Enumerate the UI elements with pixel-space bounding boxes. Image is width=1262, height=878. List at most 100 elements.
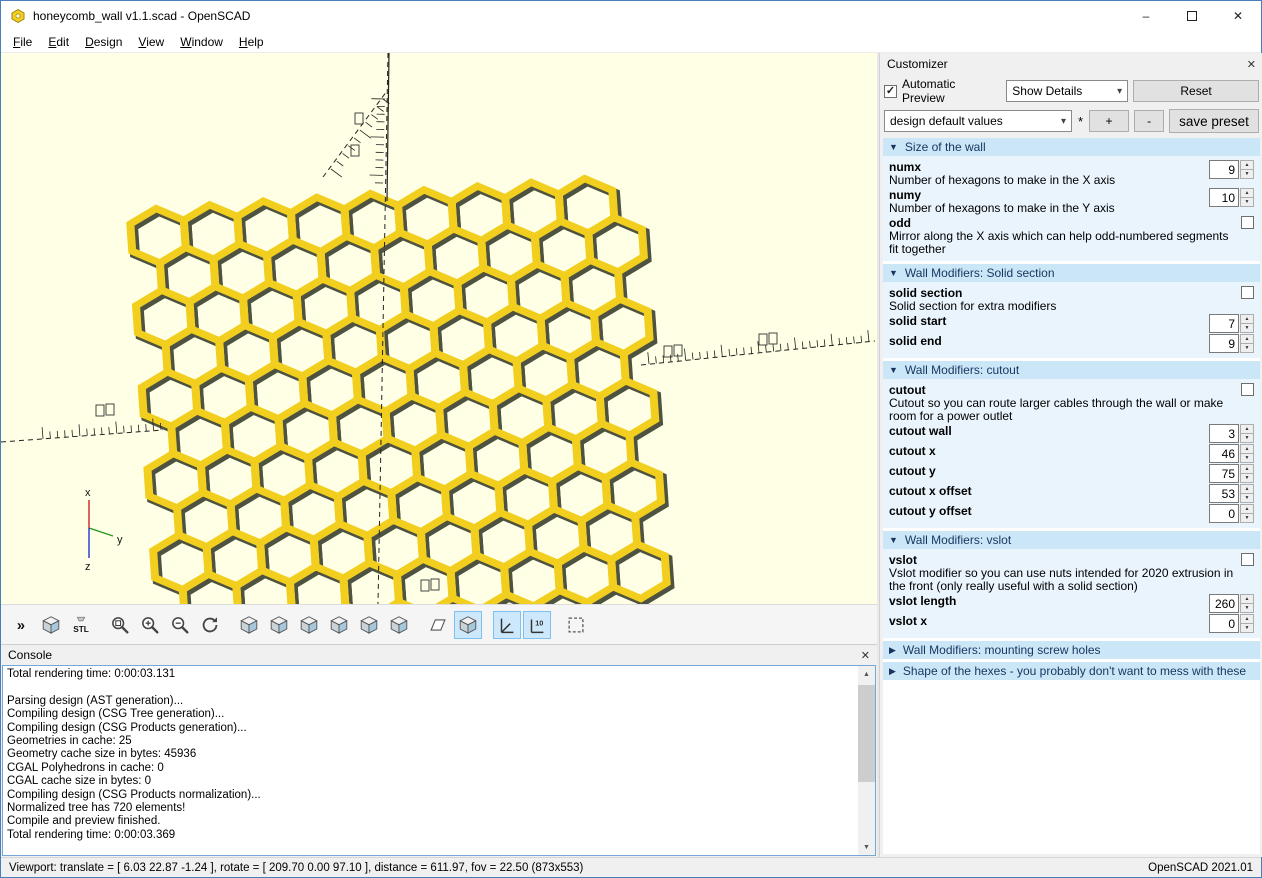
customizer-close-icon[interactable]: ✕ bbox=[1247, 58, 1256, 71]
reset-button[interactable]: Reset bbox=[1133, 80, 1259, 102]
spin-down-icon[interactable]: ▼ bbox=[1240, 514, 1254, 523]
console-close-icon[interactable]: ✕ bbox=[861, 649, 870, 662]
toolbar-show-scale-markers-button[interactable]: 10 bbox=[523, 611, 551, 639]
spin-up-icon[interactable]: ▲ bbox=[1240, 504, 1254, 514]
toolbar-view-bottom-button[interactable] bbox=[295, 611, 323, 639]
param-name: solid section bbox=[889, 286, 1235, 300]
toolbar-zoom-out-button[interactable] bbox=[166, 611, 194, 639]
scroll-down-icon[interactable]: ▼ bbox=[858, 839, 875, 855]
numy-spinbox[interactable]: 10▲▼ bbox=[1209, 188, 1254, 207]
vslot-length-spinbox[interactable]: 260▲▼ bbox=[1209, 594, 1254, 613]
section-header-wall-modifiers-mounting-screw-holes[interactable]: ▶Wall Modifiers: mounting screw holes bbox=[883, 641, 1260, 659]
toolbar-view-left-button[interactable] bbox=[325, 611, 353, 639]
toolbar-show-crosshairs-button[interactable] bbox=[562, 611, 590, 639]
toolbar-view-right-button[interactable] bbox=[235, 611, 263, 639]
numx-value: 9 bbox=[1209, 160, 1239, 179]
cutout-y-offset-spinbox[interactable]: 0▲▼ bbox=[1209, 504, 1254, 523]
menu-view[interactable]: View bbox=[130, 33, 172, 51]
spin-up-icon[interactable]: ▲ bbox=[1240, 594, 1254, 604]
openscad-logo-icon bbox=[10, 8, 26, 24]
odd-checkbox[interactable] bbox=[1241, 216, 1254, 229]
spin-down-icon[interactable]: ▼ bbox=[1240, 170, 1254, 179]
vslot-x-spinbox[interactable]: 0▲▼ bbox=[1209, 614, 1254, 633]
console-output[interactable]: Total rendering time: 0:00:03.131 Parsin… bbox=[3, 666, 858, 855]
spin-down-icon[interactable]: ▼ bbox=[1240, 324, 1254, 333]
save-preset-button[interactable]: save preset bbox=[1169, 109, 1259, 133]
maximize-button[interactable] bbox=[1169, 1, 1215, 31]
menu-file[interactable]: File bbox=[5, 33, 40, 51]
close-button[interactable]: ✕ bbox=[1215, 1, 1261, 31]
section-header-wall-modifiers-vslot[interactable]: ▼Wall Modifiers: vslot bbox=[883, 531, 1260, 549]
toolbar-show-edges-button[interactable] bbox=[424, 611, 452, 639]
remove-preset-button[interactable]: - bbox=[1134, 110, 1164, 132]
numx-spinbox[interactable]: 9▲▼ bbox=[1209, 160, 1254, 179]
spin-down-icon[interactable]: ▼ bbox=[1240, 344, 1254, 353]
spin-up-icon[interactable]: ▲ bbox=[1240, 160, 1254, 170]
menu-window[interactable]: Window bbox=[172, 33, 231, 51]
cutout-x-spinbox[interactable]: 46▲▼ bbox=[1209, 444, 1254, 463]
spin-up-icon[interactable]: ▲ bbox=[1240, 444, 1254, 454]
toolbar-render-button[interactable] bbox=[37, 611, 65, 639]
spin-down-icon[interactable]: ▼ bbox=[1240, 604, 1254, 613]
details-dropdown[interactable]: Show Details ▾ bbox=[1006, 80, 1128, 102]
3d-viewport[interactable]: xyz bbox=[1, 53, 877, 604]
add-preset-button[interactable]: + bbox=[1089, 110, 1129, 132]
toolbar-zoom-in-button[interactable] bbox=[136, 611, 164, 639]
spin-down-icon[interactable]: ▼ bbox=[1240, 454, 1254, 463]
param-name: cutout x offset bbox=[889, 484, 1203, 498]
menu-help[interactable]: Help bbox=[231, 33, 272, 51]
axis-indicator: xyz bbox=[85, 487, 123, 573]
collapse-triangle-icon: ▼ bbox=[889, 365, 898, 375]
toolbar-show-axes-button[interactable] bbox=[493, 611, 521, 639]
spin-down-icon[interactable]: ▼ bbox=[1240, 434, 1254, 443]
spin-down-icon[interactable]: ▼ bbox=[1240, 198, 1254, 207]
toolbar-orthogonal-view-button[interactable] bbox=[454, 611, 482, 639]
solid-end-spinbox[interactable]: 9▲▼ bbox=[1209, 334, 1254, 353]
section-title: Wall Modifiers: vslot bbox=[905, 533, 1011, 547]
spin-up-icon[interactable]: ▲ bbox=[1240, 484, 1254, 494]
scroll-track[interactable] bbox=[858, 682, 875, 839]
section-title: Wall Modifiers: mounting screw holes bbox=[903, 643, 1101, 657]
minimize-button[interactable]: – bbox=[1123, 1, 1169, 31]
scroll-thumb[interactable] bbox=[858, 685, 875, 782]
svg-text:y: y bbox=[117, 534, 123, 546]
console-scrollbar[interactable]: ▲ ▼ bbox=[858, 666, 875, 855]
menu-design[interactable]: Design bbox=[77, 33, 130, 51]
toolbar-more-button[interactable]: » bbox=[7, 611, 35, 639]
param-description: Mirror along the X axis which can help o… bbox=[889, 230, 1235, 256]
toolbar-view-back-button[interactable] bbox=[385, 611, 413, 639]
toolbar-reset-view-button[interactable] bbox=[196, 611, 224, 639]
spin-down-icon[interactable]: ▼ bbox=[1240, 474, 1254, 483]
spin-up-icon[interactable]: ▲ bbox=[1240, 464, 1254, 474]
toolbar-view-top-button[interactable] bbox=[265, 611, 293, 639]
spin-up-icon[interactable]: ▲ bbox=[1240, 188, 1254, 198]
menu-edit[interactable]: Edit bbox=[40, 33, 77, 51]
spin-down-icon[interactable]: ▼ bbox=[1240, 624, 1254, 633]
param-name: odd bbox=[889, 216, 1235, 230]
toolbar-export-stl-button[interactable]: STL bbox=[67, 611, 95, 639]
cutout-y-spinbox[interactable]: 75▲▼ bbox=[1209, 464, 1254, 483]
solid-section-checkbox[interactable] bbox=[1241, 286, 1254, 299]
scroll-up-icon[interactable]: ▲ bbox=[858, 666, 875, 682]
cutout-wall-spinbox[interactable]: 3▲▼ bbox=[1209, 424, 1254, 443]
cutout-checkbox[interactable] bbox=[1241, 383, 1254, 396]
cube-icon bbox=[358, 614, 380, 636]
param-description: Vslot modifier so you can use nuts inten… bbox=[889, 567, 1235, 593]
spin-down-icon[interactable]: ▼ bbox=[1240, 494, 1254, 503]
spin-up-icon[interactable]: ▲ bbox=[1240, 334, 1254, 344]
section-header-shape-of-the-hexes-you-probably-don-t-want-to-mess-with-these[interactable]: ▶Shape of the hexes - you probably don't… bbox=[883, 662, 1260, 680]
section-header-size-of-the-wall[interactable]: ▼Size of the wall bbox=[883, 138, 1260, 156]
toolbar-view-front-button[interactable] bbox=[355, 611, 383, 639]
section-header-wall-modifiers-solid-section[interactable]: ▼Wall Modifiers: Solid section bbox=[883, 264, 1260, 282]
toolbar-zoom-all-button[interactable] bbox=[106, 611, 134, 639]
param-name: cutout x bbox=[889, 444, 1203, 458]
spin-up-icon[interactable]: ▲ bbox=[1240, 614, 1254, 624]
automatic-preview-checkbox[interactable]: ✓ bbox=[884, 85, 897, 98]
cutout-x-offset-spinbox[interactable]: 53▲▼ bbox=[1209, 484, 1254, 503]
spin-up-icon[interactable]: ▲ bbox=[1240, 314, 1254, 324]
spin-up-icon[interactable]: ▲ bbox=[1240, 424, 1254, 434]
vslot-checkbox[interactable] bbox=[1241, 553, 1254, 566]
preset-dropdown[interactable]: design default values ▾ bbox=[884, 110, 1072, 132]
solid-start-spinbox[interactable]: 7▲▼ bbox=[1209, 314, 1254, 333]
section-header-wall-modifiers-cutout[interactable]: ▼Wall Modifiers: cutout bbox=[883, 361, 1260, 379]
